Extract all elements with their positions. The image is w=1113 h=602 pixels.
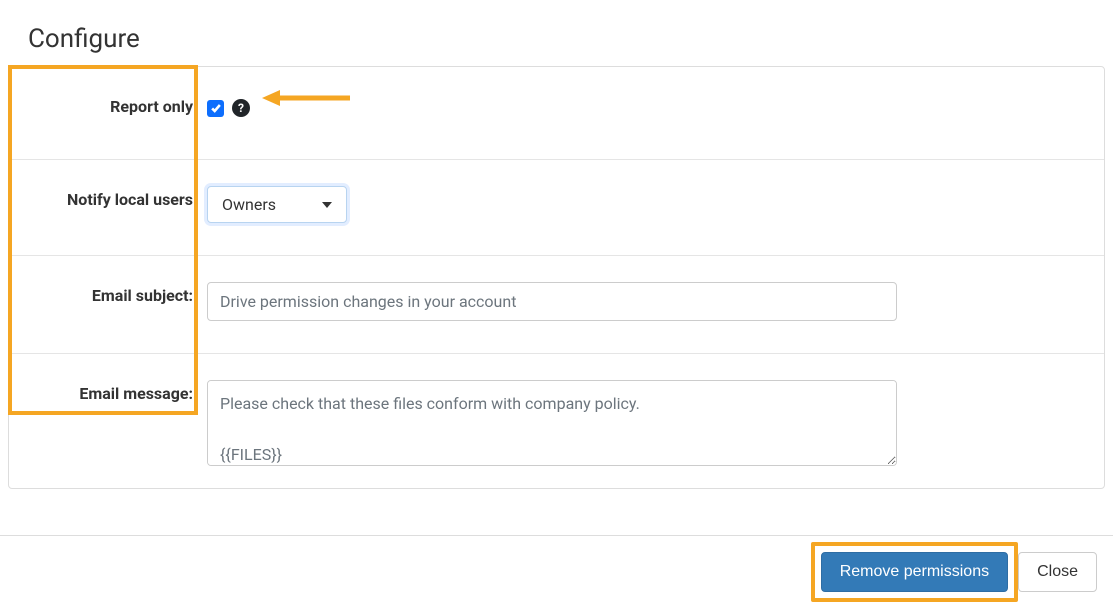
control-col — [207, 278, 1104, 321]
row-report-only: Report only ? — [9, 67, 1104, 160]
label-col: Email subject: — [9, 278, 207, 305]
control-col: Owners — [207, 182, 1104, 223]
select-value: Owners — [222, 195, 276, 214]
label-col: Notify local users — [9, 182, 207, 209]
label-col: Report only — [9, 97, 207, 116]
report-only-label: Report only — [110, 97, 193, 116]
page-title: Configure — [0, 0, 1113, 66]
row-email-message: Email message: — [9, 354, 1104, 488]
email-message-label: Email message: — [79, 384, 193, 403]
control-col: ? — [207, 97, 1104, 117]
email-message-textarea[interactable] — [207, 380, 897, 466]
chevron-down-icon — [322, 202, 332, 208]
email-subject-label: Email subject: — [92, 286, 193, 305]
remove-permissions-button[interactable]: Remove permissions — [821, 552, 1008, 592]
control-col — [207, 376, 1104, 470]
label-col: Email message: — [9, 376, 207, 403]
email-subject-input[interactable] — [207, 282, 897, 321]
help-icon[interactable]: ? — [232, 99, 250, 117]
row-email-subject: Email subject: — [9, 256, 1104, 354]
report-only-checkbox[interactable] — [207, 100, 224, 117]
footer-actions: Remove permissions Close — [0, 536, 1113, 592]
configure-panel: Report only ? Notify local users Owners … — [8, 66, 1105, 489]
notify-local-users-select[interactable]: Owners — [207, 186, 347, 223]
close-button[interactable]: Close — [1018, 552, 1097, 592]
row-notify-local-users: Notify local users Owners — [9, 160, 1104, 256]
notify-local-users-label: Notify local users — [67, 190, 193, 209]
